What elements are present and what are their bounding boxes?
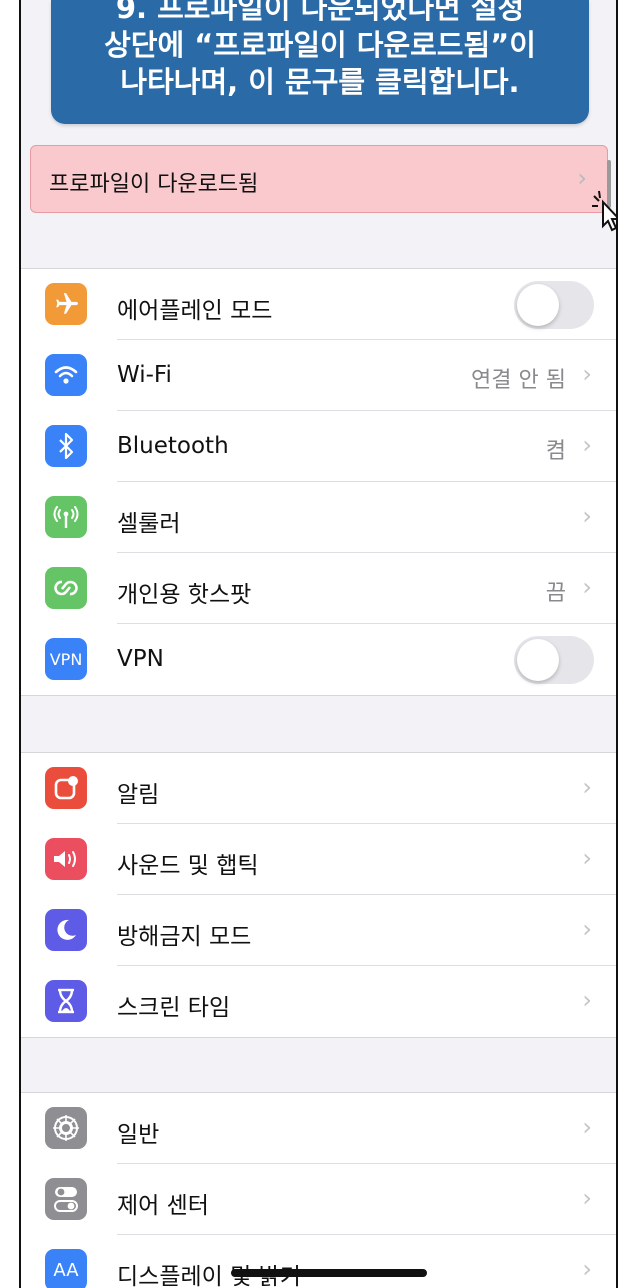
settings-row[interactable]: 방해금지 모드 › (21, 895, 616, 966)
hourglass-icon (45, 980, 87, 1022)
chevron-right-icon: › (582, 431, 592, 459)
chevron-right-icon: › (582, 1255, 592, 1283)
chevron-right-icon: › (582, 773, 592, 801)
toggle-switch[interactable] (514, 281, 594, 329)
display-icon-text: AA (53, 1259, 79, 1281)
notifications-icon (45, 767, 87, 809)
settings-screen: 9. 프로파일이 다운되었다면 설정 상단에 “프로파일이 다운로드됨”이 나타… (19, 0, 618, 1288)
settings-row[interactable]: 제어 센터 › (21, 1164, 616, 1235)
row-label: 사운드 및 햅틱 (117, 853, 259, 879)
chevron-right-icon: › (582, 1184, 592, 1212)
toggle-knob (517, 639, 559, 681)
settings-row[interactable]: 사운드 및 햅틱 › (21, 824, 616, 895)
notifications-group: 알림 › 사운드 및 햅틱 › 방해금지 모드 › 스크린 타임 › (21, 752, 616, 1038)
row-value: 연결 안 됨 (471, 368, 566, 393)
chevron-right-icon: › (582, 844, 592, 872)
row-label: Bluetooth (117, 433, 229, 459)
sound-icon (45, 838, 87, 880)
settings-row[interactable]: 셀룰러 › (21, 482, 616, 553)
settings-row[interactable]: 개인용 핫스팟 끔 › (21, 553, 616, 624)
chevron-right-icon: › (582, 502, 592, 530)
control-center-icon (45, 1178, 87, 1220)
row-label: 에어플레인 모드 (117, 298, 273, 324)
vpn-icon-text: VPN (49, 649, 83, 669)
row-label: 알림 (117, 782, 160, 808)
chevron-right-icon: › (582, 360, 592, 388)
cellular-icon (45, 496, 87, 538)
banner-line-2: 상단에 “프로파일이 다운로드됨”이 (104, 28, 536, 62)
bluetooth-icon (45, 425, 87, 467)
click-cursor-icon (592, 190, 616, 232)
settings-row[interactable]: 알림 › (21, 753, 616, 824)
gear-icon (45, 1107, 87, 1149)
settings-row[interactable]: Bluetooth 켬 › (21, 411, 616, 482)
row-label: 스크린 타임 (117, 995, 231, 1021)
connectivity-group: 에어플레인 모드 Wi-Fi 연결 안 됨 › Bluetooth 켬 › 셀룰러 › 개인용 핫… (21, 268, 616, 696)
toggle-knob (517, 284, 559, 326)
general-group: 일반 › 제어 센터 › AA 디스플레이 및 밝기 › (21, 1092, 616, 1288)
settings-row[interactable]: 에어플레인 모드 (21, 269, 616, 340)
vpn-icon: VPN (45, 638, 87, 680)
banner-line-1: 9. 프로파일이 다운되었다면 설정 (115, 0, 525, 25)
home-indicator[interactable] (231, 1269, 427, 1277)
instruction-banner: 9. 프로파일이 다운되었다면 설정 상단에 “프로파일이 다운로드됨”이 나타… (51, 0, 589, 124)
chevron-right-icon: › (582, 915, 592, 943)
settings-row[interactable]: 일반 › (21, 1093, 616, 1164)
banner-line-3: 나타나며, 이 문구를 클릭합니다. (120, 65, 520, 99)
profile-downloaded-row[interactable]: 프로파일이 다운로드됨 › (30, 145, 608, 213)
wifi-icon (45, 354, 87, 396)
row-label: 일반 (117, 1122, 160, 1148)
row-label: 개인용 핫스팟 (117, 582, 252, 608)
chevron-right-icon: › (582, 1113, 592, 1141)
chevron-right-icon: › (577, 164, 587, 192)
settings-row[interactable]: VPN VPN (21, 624, 616, 695)
row-label: VPN (117, 646, 164, 672)
settings-row[interactable]: 스크린 타임 › (21, 966, 616, 1037)
display-icon: AA (45, 1249, 87, 1288)
settings-row[interactable]: Wi-Fi 연결 안 됨 › (21, 340, 616, 411)
row-label: 제어 센터 (117, 1193, 209, 1219)
chevron-right-icon: › (582, 573, 592, 601)
toggle-switch[interactable] (514, 636, 594, 684)
row-value: 켬 (545, 439, 566, 464)
row-value: 끔 (545, 581, 566, 606)
row-label: 셀룰러 (117, 511, 181, 537)
moon-icon (45, 909, 87, 951)
row-label: 방해금지 모드 (117, 924, 252, 950)
chevron-right-icon: › (582, 986, 592, 1014)
row-label: Wi-Fi (117, 362, 172, 388)
settings-row[interactable]: AA 디스플레이 및 밝기 › (21, 1235, 616, 1288)
hotspot-icon (45, 567, 87, 609)
profile-downloaded-label: 프로파일이 다운로드됨 (49, 172, 259, 197)
airplane-icon (45, 283, 87, 325)
